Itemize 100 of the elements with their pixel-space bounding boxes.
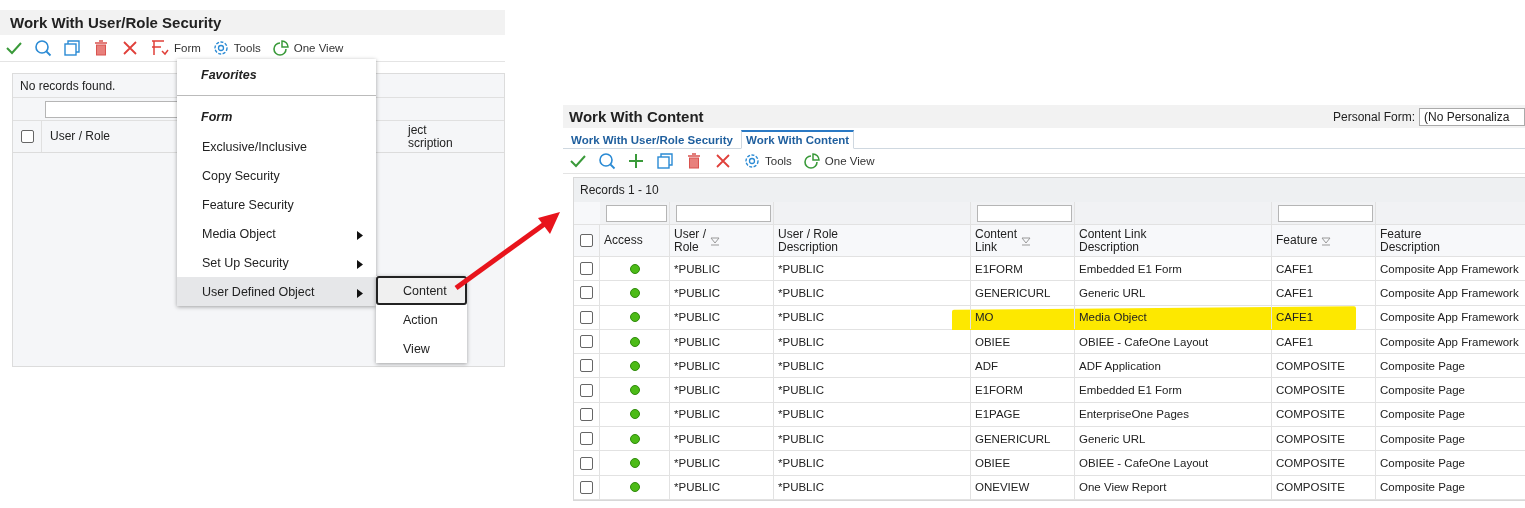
table-cell: OBIEE - CafeOne Layout (1079, 457, 1209, 469)
form-menu-icon[interactable] (150, 39, 170, 57)
status-dot-icon (629, 312, 640, 323)
table-cell: Composite App Framework (1380, 311, 1519, 324)
table-cell: *PUBLIC (674, 408, 721, 421)
table-cell: *PUBLIC (674, 311, 721, 324)
table-cell: COMPOSITE (1276, 359, 1345, 372)
close-icon[interactable] (714, 152, 732, 170)
tab[interactable]: Work With Content (741, 130, 855, 149)
tools-menu-link[interactable]: Tools (765, 155, 792, 167)
table-cell: COMPOSITE (1276, 432, 1345, 445)
gear-icon[interactable] (743, 152, 761, 170)
table-cell: *PUBLIC (778, 432, 825, 445)
checkbox[interactable] (580, 480, 593, 494)
checkbox[interactable] (580, 359, 593, 373)
table-cell: Composite Page (1380, 384, 1466, 397)
gear-icon[interactable] (211, 39, 230, 57)
status-dot-icon (629, 409, 640, 420)
close-icon[interactable] (121, 39, 139, 57)
filter-field[interactable] (977, 204, 1072, 222)
table-cell: OBIEE (975, 457, 1011, 469)
checkbox[interactable] (580, 335, 593, 349)
table-cell: COMPOSITE (1276, 457, 1345, 469)
column-header[interactable]: Content Link (971, 225, 1075, 256)
table-cell: E1FORM (975, 262, 1023, 275)
status-dot-icon (629, 385, 640, 396)
filter-field[interactable] (1278, 204, 1373, 222)
table-cell: *PUBLIC (674, 359, 721, 372)
filter-field[interactable] (606, 204, 667, 222)
plus-icon[interactable] (627, 152, 645, 170)
table-cell: COMPOSITE (1276, 408, 1345, 421)
table-cell: Media Object (1079, 311, 1147, 324)
menu-item[interactable]: Feature Security (177, 190, 376, 219)
menu-item[interactable]: Copy Security (177, 161, 376, 190)
filter-field[interactable] (676, 204, 771, 222)
table-cell: ADF Application (1079, 359, 1161, 372)
table-cell: *PUBLIC (778, 359, 825, 372)
table-cell: COMPOSITE (1276, 481, 1345, 494)
menu-item[interactable]: Content (376, 276, 467, 305)
checkbox[interactable] (580, 407, 593, 421)
status-dot-icon (629, 263, 640, 274)
table-cell: CAFE1 (1276, 262, 1314, 275)
column-header: User / Role (50, 130, 111, 143)
checkbox[interactable] (580, 456, 593, 470)
column-header: Feature Description (1376, 225, 1525, 256)
table-cell: Composite App Framework (1380, 335, 1519, 348)
personal-form-dropdown[interactable]: (No Personaliza (1419, 107, 1525, 126)
pie-chart-icon[interactable] (802, 152, 821, 170)
sort-icon[interactable] (1321, 235, 1332, 246)
column-header: ject scription (408, 123, 453, 150)
trash-icon[interactable] (685, 152, 703, 170)
checkbox[interactable] (580, 286, 593, 300)
menu-item[interactable]: User Defined Object (177, 277, 376, 306)
pie-chart-icon[interactable] (271, 39, 290, 57)
one-view-link[interactable]: One View (293, 42, 344, 54)
trash-icon[interactable] (92, 39, 110, 57)
tools-menu-link[interactable]: Tools (233, 42, 261, 54)
column-header: Content Link Description (1075, 225, 1272, 256)
table-cell: *PUBLIC (778, 481, 825, 494)
menu-item[interactable]: Media Object (177, 219, 376, 248)
checkbox[interactable] (580, 234, 593, 247)
menu-item[interactable]: View (376, 334, 467, 363)
table-cell: *PUBLIC (778, 286, 825, 299)
table-cell: OBIEE (975, 335, 1011, 348)
window-title: Work With Content (569, 108, 704, 125)
window-title: Work With User/Role Security (10, 14, 222, 31)
table-cell: *PUBLIC (674, 384, 721, 397)
menu-item[interactable]: Set Up Security (177, 248, 376, 277)
submenu-arrow-icon (357, 231, 363, 240)
column-header[interactable]: Feature (1272, 225, 1376, 256)
table-cell: COMPOSITE (1276, 384, 1345, 397)
copy-icon[interactable] (63, 39, 81, 57)
sort-icon[interactable] (710, 235, 720, 246)
checkbox[interactable] (20, 130, 34, 143)
one-view-link[interactable]: One View (824, 155, 875, 167)
tab[interactable]: Work With User/Role Security (567, 132, 737, 148)
menu-item[interactable]: Exclusive/Inclusive (177, 132, 376, 161)
checkbox[interactable] (580, 262, 593, 276)
checkbox[interactable] (580, 432, 593, 446)
column-header: User / Role Description (774, 225, 971, 256)
menu-item[interactable]: Action (376, 305, 467, 334)
sort-icon[interactable] (1021, 235, 1032, 246)
table-cell: ADF (975, 359, 998, 372)
table-cell: *PUBLIC (778, 262, 825, 275)
copy-icon[interactable] (656, 152, 674, 170)
table-cell: E1FORM (975, 384, 1023, 397)
search-icon[interactable] (34, 39, 52, 57)
table-cell: OBIEE - CafeOne Layout (1079, 335, 1209, 348)
table-cell: E1PAGE (975, 408, 1021, 421)
table-cell: Generic URL (1079, 432, 1146, 445)
checkbox[interactable] (580, 383, 593, 397)
table-cell: ONEVIEW (975, 481, 1030, 494)
table-cell: *PUBLIC (778, 335, 825, 348)
form-menu-link[interactable]: Form (174, 42, 201, 54)
checkbox[interactable] (580, 310, 593, 324)
table-cell: *PUBLIC (778, 384, 825, 397)
table-cell: *PUBLIC (674, 335, 721, 348)
column-header[interactable]: User / Role (670, 225, 774, 256)
search-icon[interactable] (598, 152, 616, 170)
table-cell: Composite Page (1380, 481, 1466, 494)
